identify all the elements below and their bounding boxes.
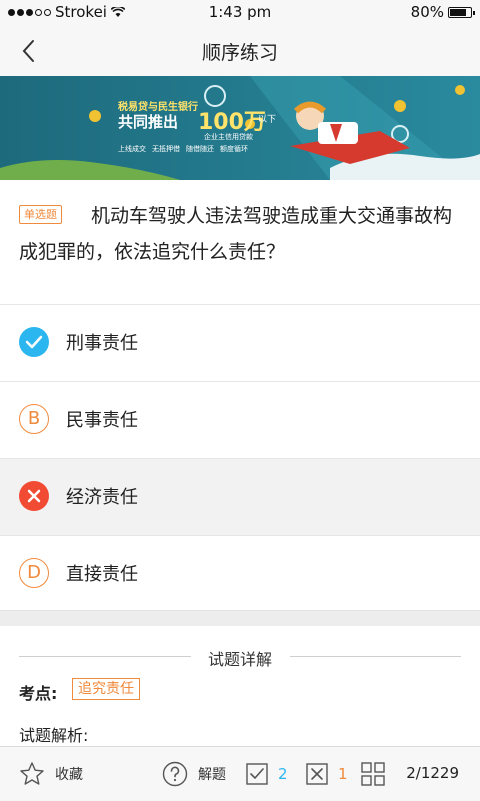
question-type-badge: 单选题 — [19, 205, 62, 224]
banner-feature: 额度循环 — [220, 145, 248, 153]
battery-icon — [448, 6, 475, 18]
banner-feature: 随借随还 — [186, 145, 214, 153]
wrong-count[interactable]: 1 — [306, 747, 348, 801]
bottom-toolbar: 收藏 解题 2 1 2/1229 — [0, 746, 480, 801]
correct-count-value: 2 — [278, 765, 288, 783]
divider-line — [290, 656, 461, 657]
answer-options: 刑事责任 B 民事责任 经济责任 D 直接责任 — [0, 304, 480, 612]
explanation-title: 试题详解 — [207, 650, 272, 669]
option-label: 经济责任 — [66, 487, 138, 508]
key-point-tag[interactable]: 追究责任 — [72, 678, 140, 700]
explain-button[interactable]: 解题 — [162, 747, 226, 801]
question-progress: 2/1229 — [406, 764, 459, 782]
explanation-section: 试题详解 考点: 追究责任 试题解析: — [0, 626, 480, 746]
question-text: 机动车驾驶人违法驾驶造成重大交通事故构成犯罪的，依法追究什么责任？ — [19, 205, 453, 263]
banner-feature: 无抵押借 — [152, 145, 180, 153]
option-label: 直接责任 — [66, 564, 138, 585]
key-point-label: 考点: — [19, 684, 58, 703]
banner-feature: 上线成交 — [118, 145, 146, 153]
cross-icon — [19, 481, 49, 511]
battery-group: 80% — [410, 3, 475, 21]
favorite-label: 收藏 — [55, 767, 83, 783]
wrong-count-value: 1 — [338, 765, 348, 783]
option-label: 民事责任 — [66, 410, 138, 431]
option-c[interactable]: 经济责任 — [0, 458, 480, 535]
option-letter-d: D — [19, 558, 49, 588]
option-b[interactable]: B 民事责任 — [0, 381, 480, 458]
status-bar: Strokei 1:43 pm 80% — [0, 0, 480, 26]
star-icon — [20, 762, 44, 785]
checkmark-icon — [19, 327, 49, 357]
question-card: 机动车驾驶人违法驾驶造成重大交通事故构成犯罪的，依法追究什么责任？ 单选题 — [0, 180, 480, 304]
clock: 1:43 pm — [208, 3, 272, 21]
explain-label: 解题 — [198, 767, 226, 783]
banner-sub: 企业主信用贷款 — [204, 133, 253, 141]
option-letter-b: B — [19, 404, 49, 434]
banner-features: 上线成交 无抵押借 随借随还 额度循环 — [118, 144, 248, 154]
section-divider — [0, 610, 480, 627]
correct-count[interactable]: 2 — [246, 747, 288, 801]
option-label: 刑事责任 — [66, 333, 138, 354]
ad-banner[interactable]: 税易贷与民生银行 共同推出 100万 以下 企业主信用贷款 上线成交 无抵押借 … — [0, 76, 480, 180]
question-grid-button[interactable] — [361, 747, 385, 801]
nav-bar: 顺序练习 — [0, 26, 480, 76]
question-mark-icon — [162, 761, 188, 787]
option-a[interactable]: 刑事责任 — [0, 304, 480, 381]
checkbox-cross-icon — [306, 763, 328, 785]
banner-amount-suffix: 以下 — [258, 115, 277, 125]
battery-percent: 80% — [410, 3, 444, 21]
checkbox-checked-icon — [246, 763, 268, 785]
option-d[interactable]: D 直接责任 — [0, 535, 480, 612]
page-title: 顺序练习 — [201, 42, 278, 64]
grid-icon — [361, 762, 385, 786]
banner-line2: 共同推出 — [118, 113, 179, 131]
analysis-label: 试题解析: — [19, 726, 89, 745]
favorite-button[interactable]: 收藏 — [19, 747, 83, 801]
